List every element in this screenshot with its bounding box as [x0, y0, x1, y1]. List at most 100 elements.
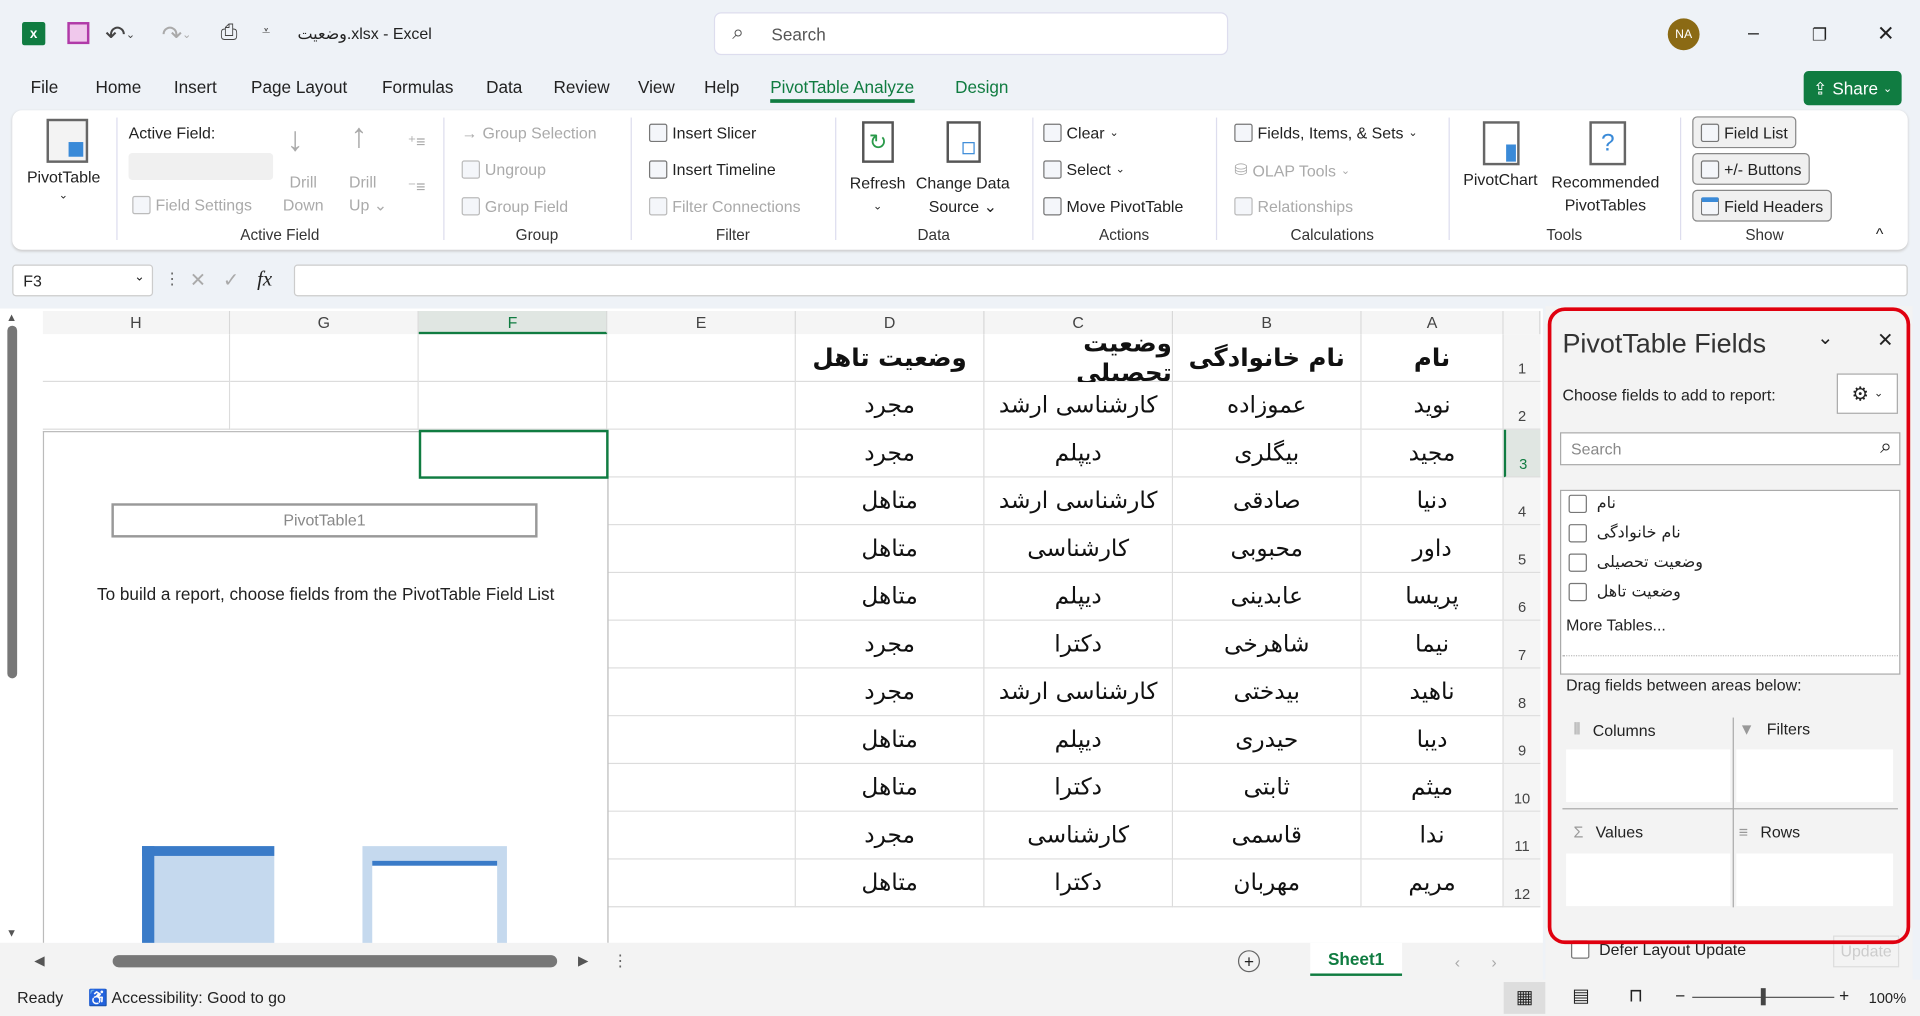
- row-header-2[interactable]: 2: [1503, 382, 1541, 430]
- cell-E2[interactable]: [607, 382, 796, 430]
- drill-down-button[interactable]: Drill Down: [283, 170, 324, 217]
- column-header-D[interactable]: D: [795, 311, 985, 335]
- horizontal-scrollbar[interactable]: [112, 955, 558, 968]
- cell-B12[interactable]: مهربان: [1173, 859, 1362, 908]
- cell-A7[interactable]: نیما: [1361, 620, 1504, 669]
- tab-page-layout[interactable]: Page Layout: [251, 77, 347, 97]
- cell-H1[interactable]: [42, 334, 231, 383]
- cell-A4[interactable]: دنیا: [1361, 477, 1504, 526]
- page-break-view-icon[interactable]: ⊓: [1629, 984, 1643, 1007]
- tab-data[interactable]: Data: [486, 77, 522, 97]
- scroll-down-icon[interactable]: ▼: [6, 927, 17, 939]
- cell-C4[interactable]: کارشناسی ارشد: [984, 477, 1174, 526]
- row-header-7[interactable]: 7: [1503, 620, 1541, 669]
- add-sheet-button[interactable]: +: [1237, 950, 1261, 973]
- cell-D7[interactable]: مجرد: [795, 620, 985, 669]
- tab-help[interactable]: Help: [704, 77, 739, 97]
- cell-C9[interactable]: دیپلم: [984, 716, 1174, 765]
- cell-C1[interactable]: وضعیت تحصیلی: [984, 328, 1174, 387]
- cell-E9[interactable]: [607, 716, 796, 765]
- olap-tools-button[interactable]: ⛁ OLAP Tools ⌄: [1234, 160, 1350, 180]
- tab-file[interactable]: File: [31, 77, 59, 97]
- cell-C2[interactable]: کارشناسی ارشد: [984, 382, 1174, 430]
- print-icon[interactable]: ⎙: [217, 21, 241, 45]
- tab-insert[interactable]: Insert: [174, 77, 217, 97]
- page-layout-view-icon[interactable]: ▤: [1572, 984, 1589, 1007]
- cell-E1[interactable]: [607, 334, 796, 383]
- cell-G2[interactable]: [230, 382, 419, 430]
- drill-up-button[interactable]: Drill Up ⌄: [349, 170, 387, 217]
- row-header-9[interactable]: 9: [1503, 716, 1541, 765]
- enter-icon[interactable]: ✓: [223, 268, 239, 292]
- tab-view[interactable]: View: [638, 77, 675, 97]
- vertical-scrollbar[interactable]: [7, 325, 18, 679]
- search-box[interactable]: ⌕ Search: [713, 12, 1229, 56]
- tab-pivottable-analyze[interactable]: PivotTable Analyze: [770, 77, 915, 103]
- scroll-up-icon[interactable]: ▲: [6, 311, 17, 323]
- move-pivottable-button[interactable]: Move PivotTable: [1043, 197, 1183, 216]
- cell-H2[interactable]: [42, 382, 231, 430]
- cell-D1[interactable]: وضعیت تاهل: [795, 334, 985, 383]
- ungroup-button[interactable]: Ungroup: [461, 160, 546, 179]
- cell-B2[interactable]: عموزاده: [1173, 382, 1362, 430]
- relationships-button[interactable]: Relationships: [1234, 197, 1353, 216]
- column-header-H[interactable]: H: [42, 311, 231, 335]
- cell-E5[interactable]: [607, 525, 796, 574]
- column-header-A[interactable]: A: [1361, 311, 1504, 335]
- avatar[interactable]: NA: [1667, 18, 1700, 51]
- cell-E12[interactable]: [607, 859, 796, 908]
- cancel-icon[interactable]: ✕: [190, 268, 206, 292]
- tab-home[interactable]: Home: [96, 77, 142, 97]
- cell-A5[interactable]: داور: [1361, 525, 1504, 574]
- cell-A1[interactable]: نام: [1361, 334, 1504, 383]
- zoom-level[interactable]: 100%: [1869, 989, 1907, 1006]
- field-headers-toggle[interactable]: Field Headers: [1692, 189, 1832, 222]
- cell-C7[interactable]: دکترا: [984, 620, 1174, 669]
- cell-D11[interactable]: مجرد: [795, 811, 985, 860]
- active-field-input[interactable]: [128, 153, 274, 181]
- row-header-5[interactable]: 5: [1503, 525, 1541, 574]
- tab-design[interactable]: Design: [955, 77, 1008, 97]
- redo-icon[interactable]: ↷ ⌄: [162, 20, 192, 51]
- cell-D6[interactable]: متاهل: [795, 573, 985, 621]
- pivottable-button[interactable]: PivotTable: [27, 168, 100, 186]
- cell-C12[interactable]: دکترا: [984, 859, 1174, 908]
- group-selection-button[interactable]: → Group Selection: [462, 124, 597, 142]
- row-header-4[interactable]: 4: [1503, 477, 1541, 526]
- scroll-right-icon[interactable]: ▶: [578, 953, 588, 969]
- cell-D2[interactable]: مجرد: [795, 382, 985, 430]
- tab-formulas[interactable]: Formulas: [382, 77, 453, 97]
- fields-items-sets-button[interactable]: Fields, Items, & Sets ⌄: [1234, 123, 1418, 143]
- plus-minus-buttons-toggle[interactable]: +/- Buttons: [1692, 153, 1811, 185]
- column-header-G[interactable]: G: [230, 311, 419, 335]
- cell-B10[interactable]: ثابتی: [1173, 764, 1362, 812]
- prev-sheet-icon[interactable]: ‹: [1455, 953, 1460, 971]
- tab-splitter[interactable]: ⋮: [612, 951, 628, 971]
- row-header-1[interactable]: 1: [1503, 334, 1541, 383]
- recommended-pivottables-button[interactable]: Recommended PivotTables: [1551, 170, 1659, 217]
- customize-toolbar-icon[interactable]: ⩡: [262, 22, 270, 40]
- cell-C11[interactable]: کارشناسی: [984, 811, 1174, 860]
- cell-D10[interactable]: متاهل: [795, 764, 985, 812]
- cell-E11[interactable]: [607, 811, 796, 860]
- cell-A8[interactable]: ناهید: [1361, 668, 1504, 717]
- pivot-placeholder[interactable]: PivotTable1 To build a report, choose fi…: [42, 431, 609, 947]
- column-header-F[interactable]: F: [418, 311, 608, 335]
- collapse-field-icon[interactable]: ⁻≡: [408, 178, 426, 198]
- sheet-tab-sheet1[interactable]: Sheet1: [1310, 942, 1403, 976]
- cell-D4[interactable]: متاهل: [795, 477, 985, 526]
- cell-E8[interactable]: [607, 668, 796, 717]
- field-list-toggle[interactable]: Field List: [1692, 116, 1797, 149]
- group-field-button[interactable]: Group Field: [461, 197, 568, 216]
- cell-D9[interactable]: متاهل: [795, 716, 985, 765]
- cell-G1[interactable]: [230, 334, 419, 383]
- cell-E4[interactable]: [607, 477, 796, 526]
- cell-B9[interactable]: حیدری: [1173, 716, 1362, 765]
- change-data-source-button[interactable]: Change Data Source ⌄: [916, 171, 1010, 218]
- row-header-6[interactable]: 6: [1503, 573, 1541, 621]
- normal-view-button[interactable]: ▦: [1503, 982, 1546, 1014]
- cell-B4[interactable]: صادقی: [1173, 477, 1362, 526]
- cell-F1[interactable]: [418, 334, 608, 383]
- cell-F2[interactable]: [418, 382, 608, 430]
- cell-B6[interactable]: عابدینی: [1173, 573, 1362, 621]
